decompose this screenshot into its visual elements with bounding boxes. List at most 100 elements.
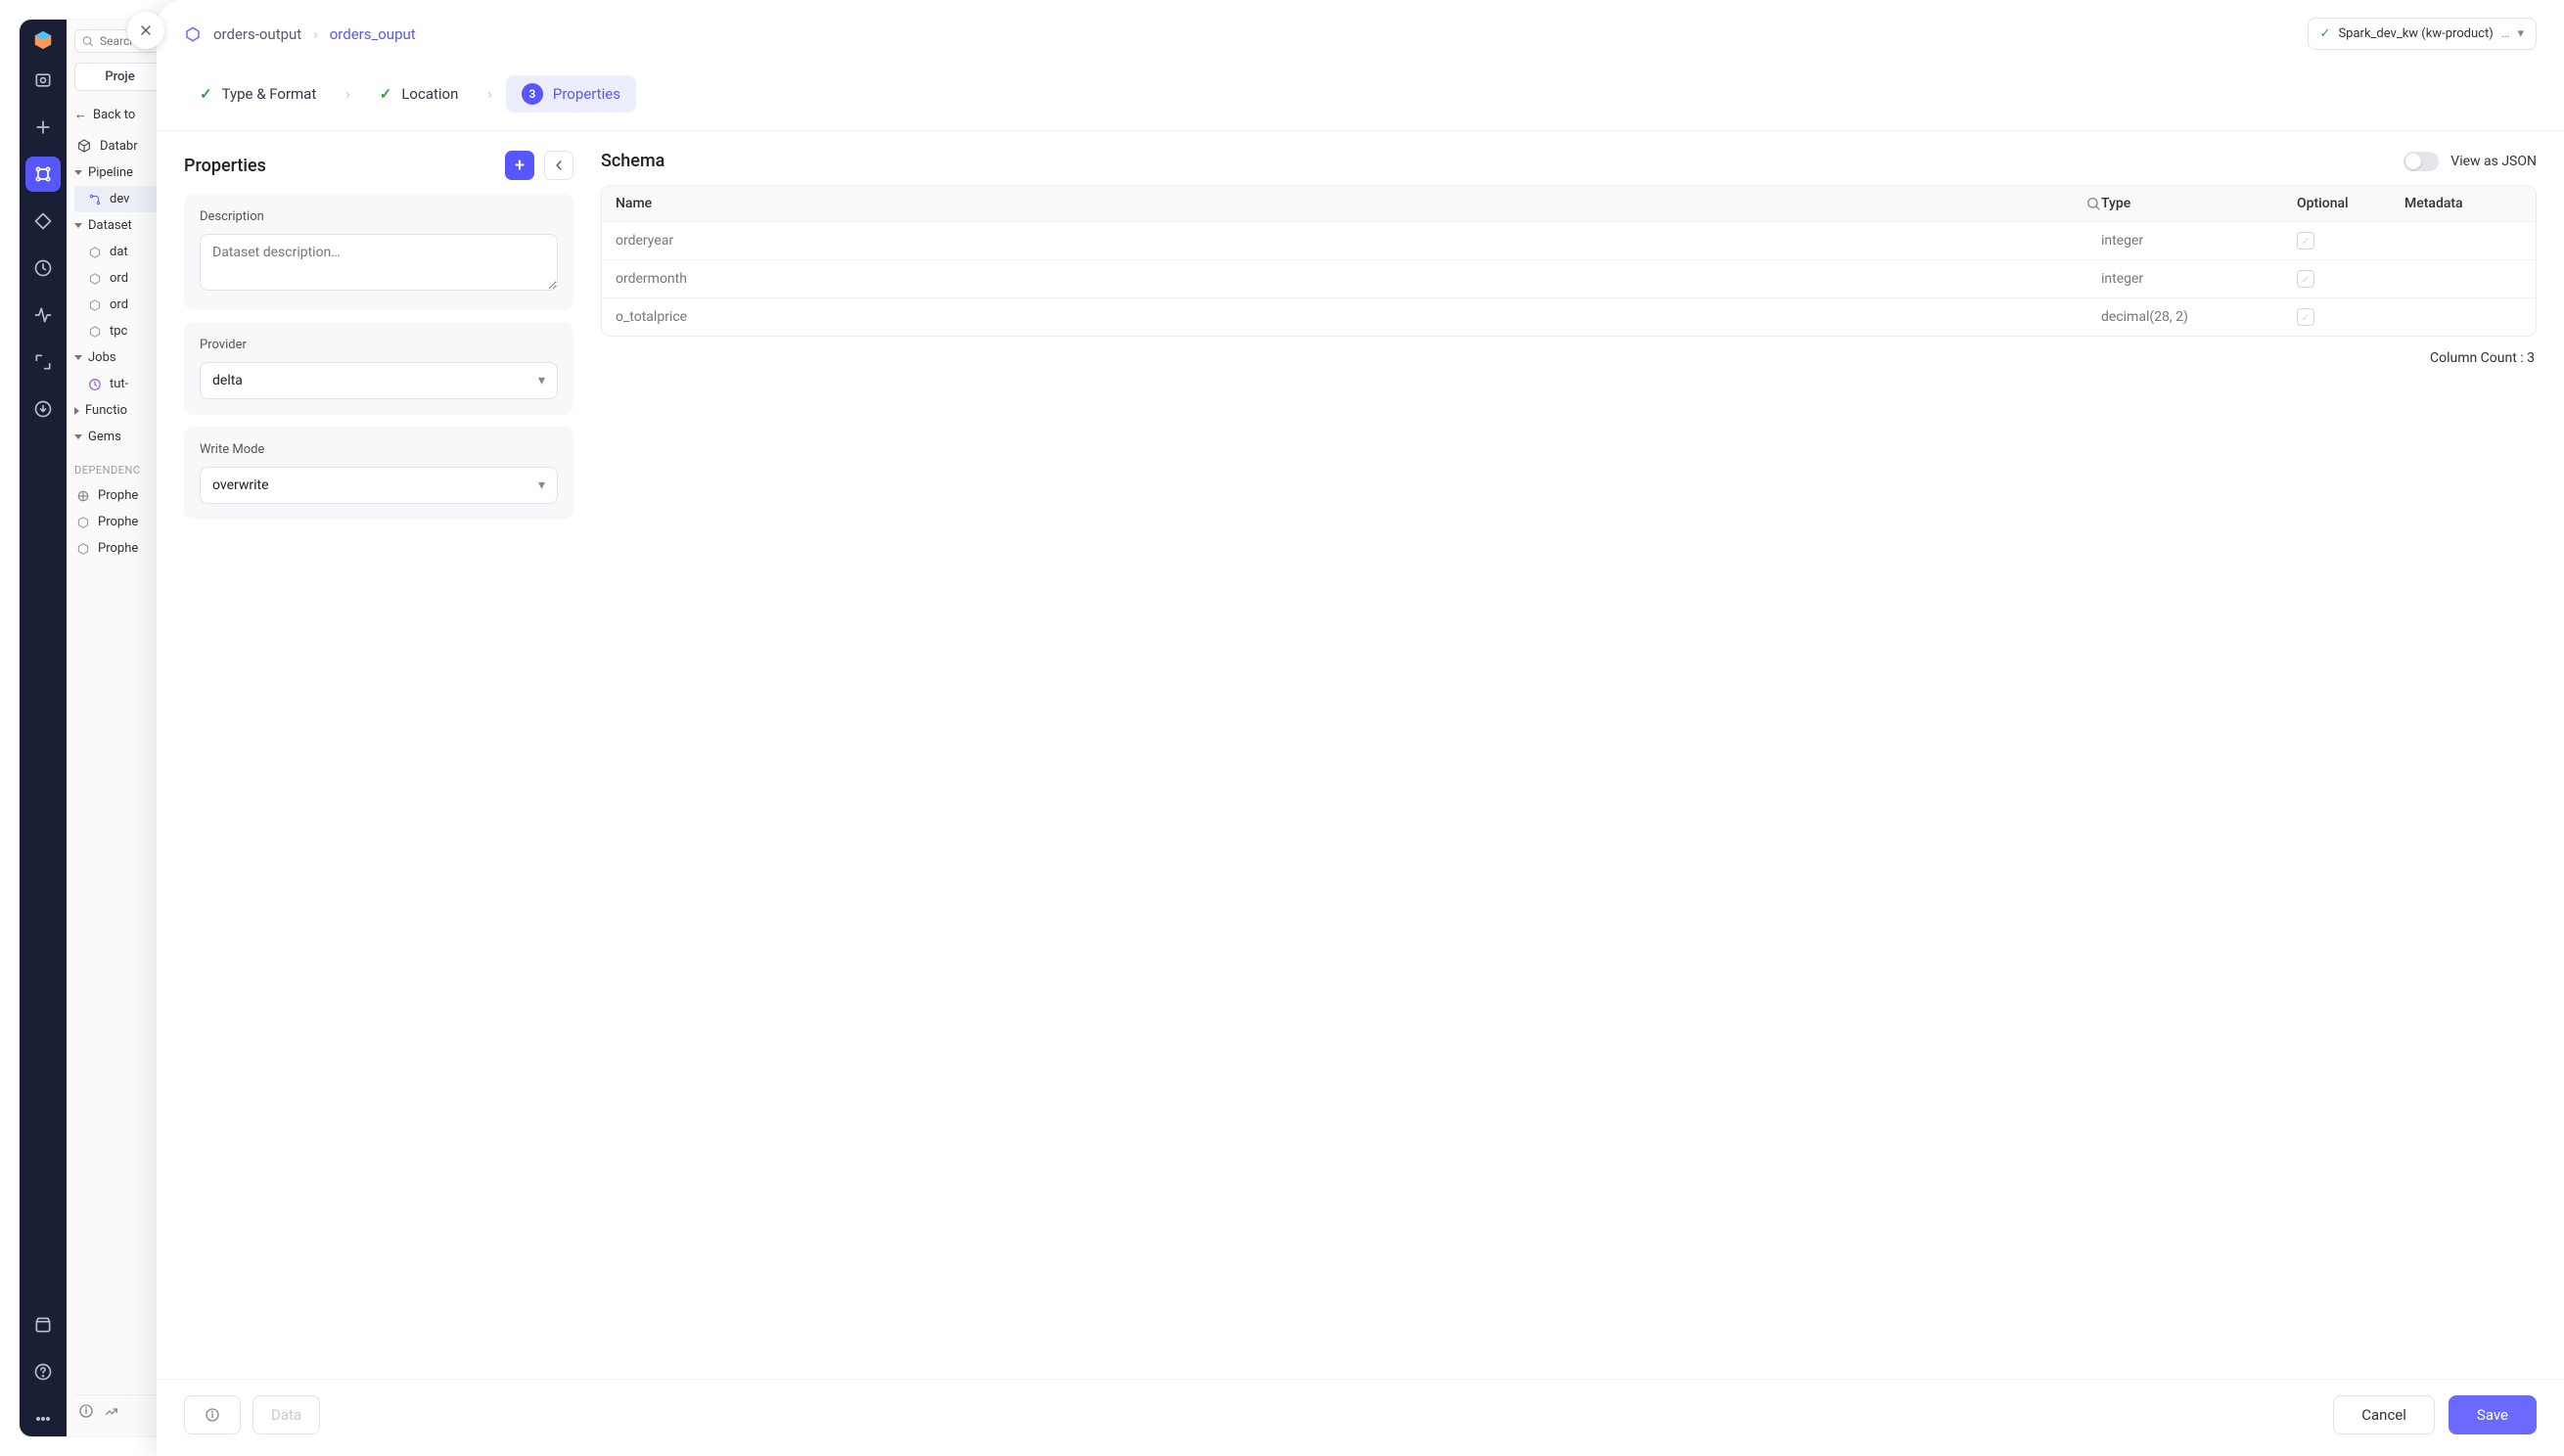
description-label: Description	[200, 209, 558, 224]
rail-clock-icon[interactable]	[25, 250, 61, 286]
left-rail	[20, 20, 67, 1436]
rail-download-icon[interactable]	[25, 391, 61, 427]
close-icon	[138, 23, 154, 38]
hexagon-icon	[184, 25, 202, 43]
info-icon	[205, 1407, 220, 1423]
app-logo-icon	[32, 29, 54, 51]
breadcrumb-parent[interactable]: orders-output	[213, 25, 301, 43]
side-dep1[interactable]: Prophe	[74, 482, 165, 509]
pipeline-mini-icon	[88, 193, 102, 206]
rail-store-icon[interactable]	[25, 1307, 61, 1342]
schema-cell-name: orderyear	[616, 233, 2101, 249]
schema-row[interactable]: ordermonth integer ✓	[602, 260, 2536, 298]
close-button[interactable]	[127, 12, 164, 49]
search-icon[interactable]	[2085, 196, 2101, 211]
stepper: ✓ Type & Format › ✓ Location › 3 Propert…	[157, 50, 2564, 130]
rail-activity-icon[interactable]	[25, 297, 61, 333]
clock-mini-icon	[88, 378, 102, 391]
side-ord1[interactable]: ord	[74, 265, 165, 292]
rail-plus-icon[interactable]	[25, 110, 61, 145]
side-dev[interactable]: dev	[74, 186, 165, 212]
properties-title: Properties	[184, 156, 266, 176]
rail-more-icon[interactable]	[25, 1401, 61, 1436]
optional-checkbox[interactable]: ✓	[2297, 270, 2314, 288]
view-as-json-label: View as JSON	[2450, 154, 2537, 169]
write-mode-card: Write Mode overwrite ▾	[184, 427, 573, 520]
step-number: 3	[522, 83, 543, 105]
col-optional-header: Optional	[2297, 196, 2404, 211]
breadcrumb-current[interactable]: orders_ouput	[330, 25, 416, 43]
side-jobs[interactable]: Jobs	[74, 344, 165, 371]
package-icon	[76, 489, 90, 503]
rail-help-icon[interactable]	[25, 1354, 61, 1389]
sheet-header: orders-output › orders_ouput ✓ Spark_dev…	[157, 0, 2564, 50]
col-metadata-header: Metadata	[2404, 196, 2522, 211]
schema-row[interactable]: orderyear integer ✓	[602, 222, 2536, 260]
side-pipelines[interactable]: Pipeline	[74, 159, 165, 186]
schema-cell-type: decimal(28, 2)	[2101, 309, 2297, 325]
side-databricks[interactable]: Databr	[74, 132, 165, 159]
rail-folder-icon[interactable]	[25, 63, 61, 98]
step-type-format[interactable]: ✓ Type & Format	[184, 77, 332, 111]
schema-header: Schema View as JSON	[601, 151, 2537, 171]
step-properties[interactable]: 3 Properties	[506, 75, 636, 113]
provider-label: Provider	[200, 338, 558, 352]
col-name-header: Name	[616, 196, 652, 211]
schema-column: Schema View as JSON Name Type Optional M…	[601, 151, 2537, 1363]
description-card: Description	[184, 194, 573, 310]
schema-cell-name: ordermonth	[616, 271, 2101, 287]
hexagon-icon	[88, 272, 102, 286]
rail-pipeline-icon[interactable]	[25, 157, 61, 192]
provider-select[interactable]: delta ▾	[200, 362, 558, 399]
provider-card: Provider delta ▾	[184, 322, 573, 415]
optional-checkbox[interactable]: ✓	[2297, 308, 2314, 326]
rail-diamond-icon[interactable]	[25, 204, 61, 239]
description-textarea[interactable]	[200, 234, 558, 291]
environment-selector[interactable]: ✓ Spark_dev_kw (kw-product) … ▾	[2308, 18, 2537, 50]
cancel-button[interactable]: Cancel	[2333, 1395, 2435, 1434]
info-button[interactable]	[184, 1395, 241, 1434]
chevron-right-icon: ›	[345, 85, 350, 103]
write-mode-select[interactable]: overwrite ▾	[200, 467, 558, 504]
side-dep3[interactable]: Prophe	[74, 535, 165, 562]
side-dat[interactable]: dat	[74, 239, 165, 265]
check-icon: ✓	[2320, 26, 2331, 41]
arrow-left-icon: ←	[74, 107, 87, 122]
properties-column: Properties + Description Provider delta …	[184, 151, 573, 1363]
save-button[interactable]: Save	[2449, 1395, 2537, 1434]
sheet-footer: Data Cancel Save	[157, 1379, 2564, 1456]
schema-row[interactable]: o_totalprice decimal(28, 2) ✓	[602, 298, 2536, 336]
step-location[interactable]: ✓ Location	[364, 77, 475, 111]
toggle-switch[interactable]	[2404, 152, 2439, 171]
dependencies-title: DEPENDENC	[74, 464, 165, 477]
chevron-right-icon: ›	[313, 25, 318, 43]
add-property-button[interactable]: +	[505, 151, 534, 180]
schema-cell-name: o_totalprice	[616, 309, 2101, 325]
properties-sheet: orders-output › orders_ouput ✓ Spark_dev…	[157, 0, 2564, 1456]
view-as-json-toggle[interactable]: View as JSON	[2404, 152, 2537, 171]
trend-icon[interactable]	[104, 1403, 119, 1419]
info-icon[interactable]	[78, 1403, 94, 1419]
schema-table: Name Type Optional Metadata orderyear in…	[601, 185, 2537, 337]
side-functions[interactable]: Functio	[74, 397, 165, 424]
side-tut[interactable]: tut-	[74, 371, 165, 397]
rail-expand-icon[interactable]	[25, 344, 61, 380]
side-dep2[interactable]: Prophe	[74, 509, 165, 535]
column-count-label: Column Count : 3	[601, 350, 2537, 366]
side-ord2[interactable]: ord	[74, 292, 165, 318]
environment-label: Spark_dev_kw (kw-product)	[2338, 26, 2493, 41]
cube-icon	[76, 542, 90, 556]
back-label: Back to	[93, 108, 135, 122]
schema-cell-type: integer	[2101, 233, 2297, 249]
back-link[interactable]: ← Back to	[74, 107, 165, 122]
col-type-header: Type	[2101, 196, 2297, 211]
properties-header: Properties +	[184, 151, 573, 180]
caret-down-icon: ▾	[538, 373, 545, 388]
side-tpc[interactable]: tpc	[74, 318, 165, 344]
optional-checkbox[interactable]: ✓	[2297, 232, 2314, 250]
collapse-button[interactable]	[544, 151, 573, 180]
caret-down-icon: ▾	[538, 478, 545, 493]
side-datasets[interactable]: Dataset	[74, 212, 165, 239]
project-pill[interactable]: Proje	[74, 63, 165, 91]
side-gems[interactable]: Gems	[74, 424, 165, 450]
